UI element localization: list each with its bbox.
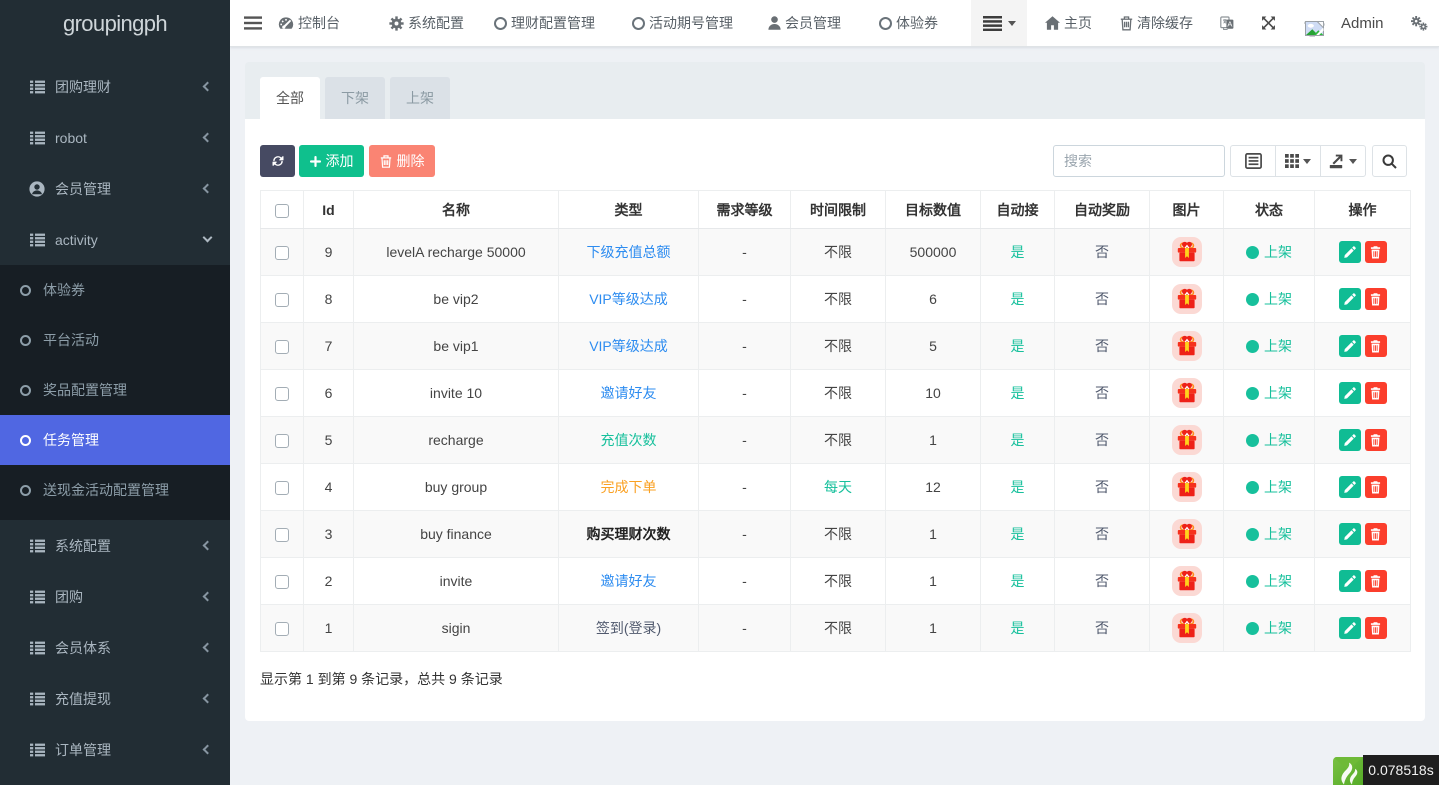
svg-text:A: A xyxy=(1227,19,1232,28)
